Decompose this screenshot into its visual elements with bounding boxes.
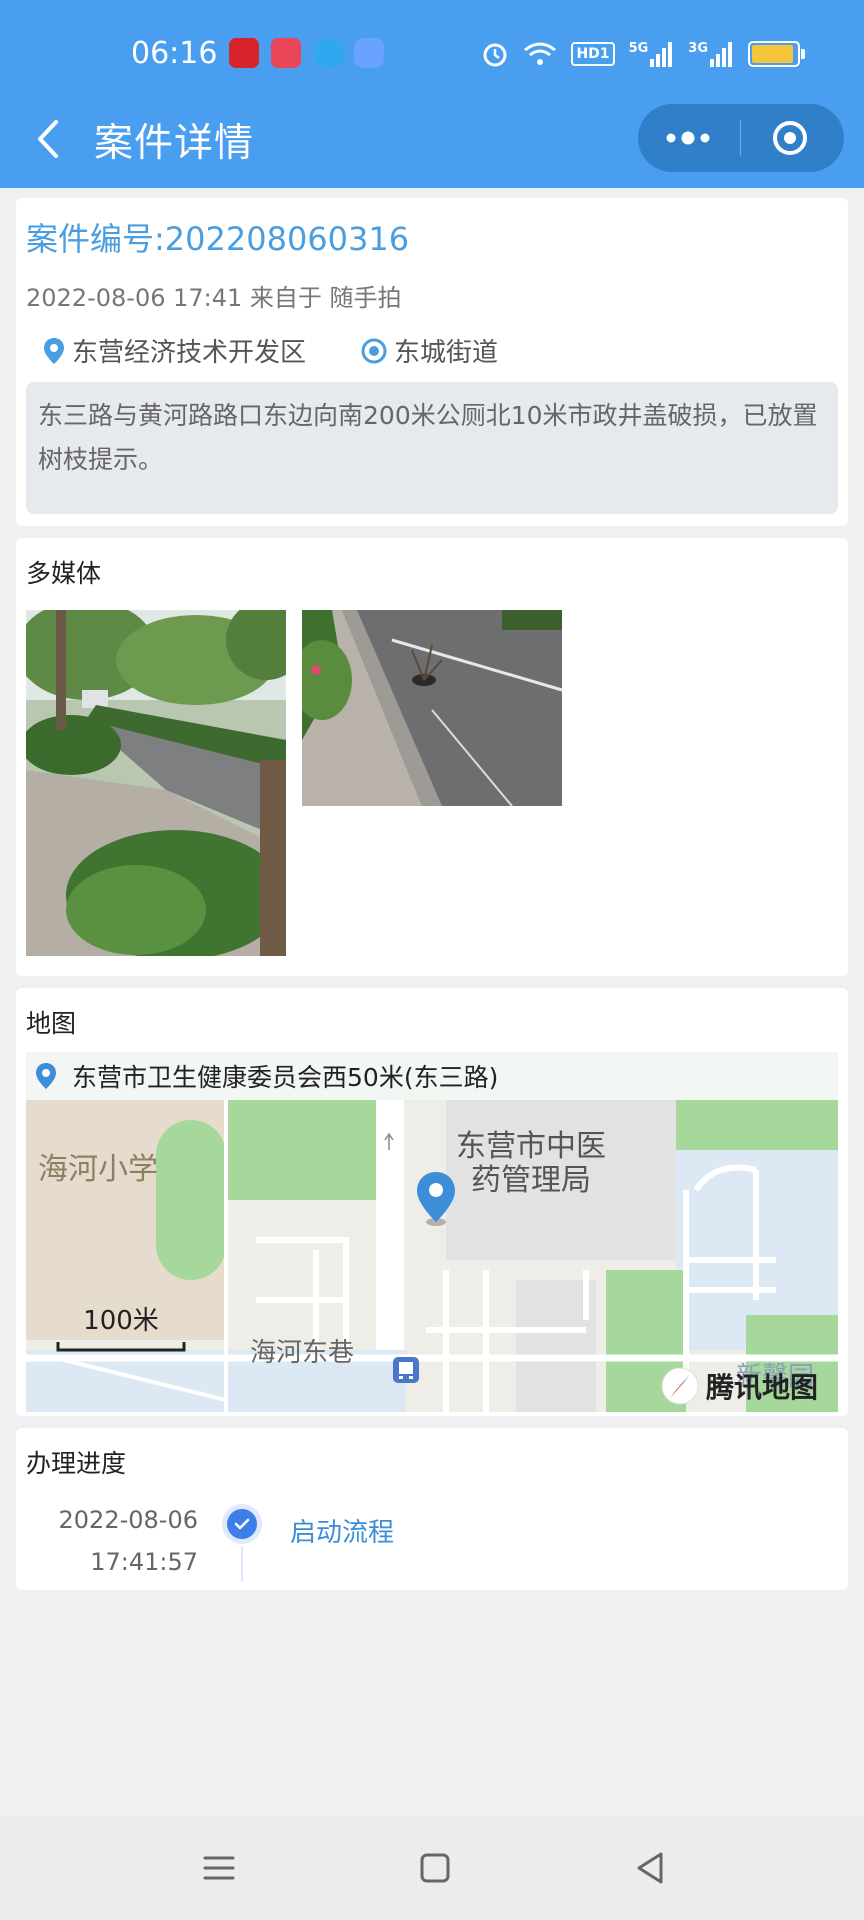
case-description: 东三路与黄河路路口东边向南200米公厕北10米市政井盖破损，已放置树枝提示。 — [38, 401, 818, 474]
status-time: 06:16 — [131, 36, 218, 71]
notification-app-icon — [271, 38, 301, 68]
tencent-map-logo: 腾讯地图 — [660, 1366, 818, 1406]
map-address: 东营市卫生健康委员会西50米(东三路) — [72, 1063, 499, 1092]
scale-bar-icon — [56, 1342, 186, 1352]
menu-icon — [203, 1856, 235, 1880]
map-pin-icon — [44, 337, 64, 364]
media-card: 多媒体 — [16, 538, 848, 976]
map-section-title: 地图 — [26, 1009, 77, 1038]
timeline-time: 17:41:57 — [90, 1548, 198, 1576]
status-bar: 06:16 HD1 5G 3G — [0, 0, 864, 108]
map-pin-icon — [36, 1063, 56, 1089]
map-scale-label: 100米 — [83, 1306, 159, 1336]
description-box: 东三路与黄河路路口东边向南200米公厕北10米市政井盖破损，已放置树枝提示。 — [26, 382, 838, 514]
system-nav-bar — [0, 1816, 864, 1920]
network-3g-label: 3G — [688, 41, 708, 56]
map-address-bar: 东营市卫生健康委员会西50米(东三路) — [26, 1052, 838, 1100]
photo-road-manhole — [302, 610, 562, 806]
map-label-lane: 海河东巷 — [250, 1338, 355, 1368]
notification-app-icon — [229, 38, 259, 68]
wifi-icon — [524, 42, 557, 65]
more-dots-icon — [666, 131, 710, 145]
battery-icon — [748, 41, 805, 67]
back-button[interactable] — [30, 114, 70, 164]
signal-3g-icon: 3G — [688, 41, 734, 67]
case-info-card: 案件编号:202208060316 2022-08-06 17:41 来自于 随… — [16, 198, 848, 526]
case-number: 案件编号:202208060316 — [26, 220, 410, 258]
map-label-bureau: 东营市中医 药管理局 — [456, 1130, 606, 1198]
map-label-school: 海河小学 — [38, 1152, 158, 1187]
media-photo-2[interactable] — [302, 610, 562, 806]
street-tag: 东城街道 — [360, 332, 498, 369]
location-target-icon — [361, 338, 387, 363]
timeline-dot — [222, 1504, 262, 1544]
street-label: 东城街道 — [394, 338, 499, 368]
square-home-icon — [420, 1853, 450, 1883]
timeline-line — [241, 1546, 243, 1582]
more-button[interactable] — [638, 104, 740, 172]
location-marker-icon — [417, 1172, 455, 1226]
close-mini-program-button[interactable] — [742, 104, 844, 172]
district-label: 东营经济技术开发区 — [72, 338, 307, 368]
mini-program-capsule — [638, 104, 844, 172]
target-icon — [773, 121, 807, 155]
chevron-left-icon — [38, 120, 58, 158]
progress-card: 办理进度 2022-08-06 17:41:57 启动流程 — [16, 1428, 848, 1590]
notification-app-icon — [314, 38, 344, 68]
triangle-back-icon — [637, 1852, 663, 1884]
map-label-bureau-line2: 药管理局 — [471, 1163, 591, 1198]
case-meta: 2022-08-06 17:41 来自于 随手拍 — [26, 284, 402, 312]
map-label-bureau-line1: 东营市中医 — [456, 1129, 606, 1164]
notification-app-icon — [354, 38, 384, 68]
photo-street-trees — [26, 610, 286, 956]
bus-stop-icon — [393, 1357, 419, 1383]
map-card: 地图 东营市卫生健康委员会西50米(东三路) 海河小学 东营市中医 药管理局 海… — [16, 988, 848, 1416]
capsule-divider — [740, 120, 741, 156]
signal-5g-icon: 5G — [629, 41, 675, 67]
map-scale: 100米 — [56, 1300, 186, 1356]
alarm-icon — [483, 43, 507, 67]
home-button[interactable] — [405, 1840, 465, 1896]
status-icons: HD1 5G 3G — [481, 38, 805, 70]
back-nav-button[interactable] — [621, 1840, 681, 1896]
timeline-date: 2022-08-06 — [58, 1506, 198, 1534]
check-icon — [234, 1518, 250, 1530]
media-section-title: 多媒体 — [26, 559, 102, 588]
timeline-step-label: 启动流程 — [290, 1518, 395, 1548]
media-photo-1[interactable] — [26, 610, 286, 956]
map-provider: 腾讯地图 — [705, 1371, 818, 1404]
district-tag: 东营经济技术开发区 — [42, 332, 306, 369]
progress-section-title: 办理进度 — [26, 1449, 127, 1478]
menu-button[interactable] — [189, 1840, 249, 1896]
network-5g-label: 5G — [628, 41, 649, 56]
location-row: 东营经济技术开发区 东城街道 — [42, 332, 498, 369]
map-view[interactable]: 海河小学 东营市中医 药管理局 海河东巷 新馨园 100米 腾讯地图 — [26, 1100, 838, 1412]
app-header: 06:16 HD1 5G 3G 案件详情 — [0, 0, 864, 188]
page-title: 案件详情 — [94, 121, 255, 166]
compass-logo-icon — [661, 1367, 699, 1405]
hd-icon: HD1 — [571, 42, 615, 66]
